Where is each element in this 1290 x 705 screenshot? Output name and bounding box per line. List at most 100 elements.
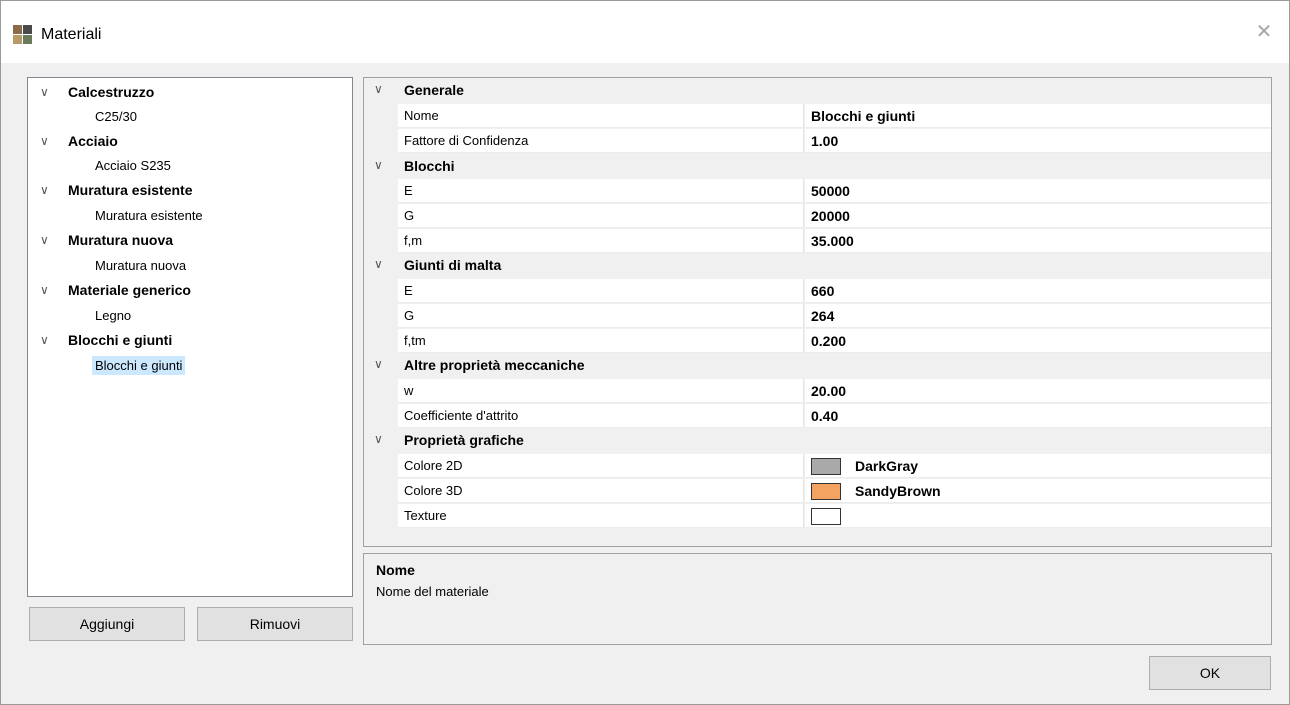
tree-item-label: Muratura esistente (95, 208, 203, 223)
tree-category[interactable]: ∨ Blocchi e giunti (28, 328, 352, 352)
property-name: E (398, 179, 804, 203)
category-label: Altre proprietà meccaniche (404, 357, 585, 373)
category-blocchi[interactable]: ∨ Blocchi (364, 155, 1271, 179)
title-bar: Materiali ✕ (1, 1, 1289, 63)
property-name: f,m (398, 229, 804, 253)
color-swatch-3d[interactable] (811, 483, 841, 500)
chevron-down-icon[interactable]: ∨ (40, 80, 54, 104)
property-value[interactable]: 20.00 (805, 379, 1271, 403)
add-button[interactable]: Aggiungi (29, 607, 185, 641)
property-value[interactable] (805, 504, 1271, 528)
category-label: Blocchi (404, 158, 455, 174)
property-value[interactable]: 0.40 (805, 404, 1271, 428)
property-value[interactable]: 20000 (805, 204, 1271, 228)
chevron-down-icon[interactable]: ∨ (374, 257, 383, 271)
property-name: G (398, 204, 804, 228)
materials-tree[interactable]: ∨ Calcestruzzo C25/30 ∨ Acciaio Acciaio … (27, 77, 353, 597)
chevron-down-icon[interactable]: ∨ (40, 328, 54, 352)
property-name: Fattore di Confidenza (398, 129, 804, 153)
property-grid[interactable]: ∨ Generale Nome Blocchi e giunti Fattore… (363, 77, 1272, 547)
tree-item-selected[interactable]: Blocchi e giunti (92, 353, 186, 377)
property-row[interactable]: f,tm 0.200 (364, 329, 1271, 353)
tree-category-label: Calcestruzzo (68, 84, 155, 100)
tree-item[interactable]: Muratura esistente (92, 203, 206, 227)
tree-category-label: Muratura esistente (68, 182, 193, 198)
help-title: Nome (376, 562, 415, 578)
property-value[interactable]: DarkGray (805, 454, 1271, 478)
chevron-down-icon[interactable]: ∨ (374, 158, 383, 172)
tree-category-label: Acciaio (68, 133, 118, 149)
property-row[interactable]: f,m 35.000 (364, 229, 1271, 253)
property-value[interactable]: Blocchi e giunti (805, 104, 1271, 128)
property-name: Texture (398, 504, 804, 528)
property-row[interactable]: Texture (364, 504, 1271, 528)
tree-item[interactable]: Muratura nuova (92, 253, 189, 277)
chevron-down-icon[interactable]: ∨ (374, 432, 383, 446)
tree-category[interactable]: ∨ Muratura esistente (28, 178, 352, 202)
close-icon[interactable]: ✕ (1253, 21, 1275, 43)
color-swatch-2d[interactable] (811, 458, 841, 475)
property-name: Colore 2D (398, 454, 804, 478)
tree-item-label: Blocchi e giunti (92, 356, 186, 375)
tree-category[interactable]: ∨ Acciaio (28, 129, 352, 153)
property-row[interactable]: G 264 (364, 304, 1271, 328)
tree-item[interactable]: C25/30 (92, 104, 140, 128)
property-row[interactable]: w 20.00 (364, 379, 1271, 403)
property-value[interactable]: 0.200 (805, 329, 1271, 353)
property-name: f,tm (398, 329, 804, 353)
property-name: Nome (398, 104, 804, 128)
property-row[interactable]: Coefficiente d'attrito 0.40 (364, 404, 1271, 428)
help-description: Nome del materiale (376, 584, 489, 599)
tree-category[interactable]: ∨ Muratura nuova (28, 228, 352, 252)
chevron-down-icon[interactable]: ∨ (40, 228, 54, 252)
property-row[interactable]: E 50000 (364, 179, 1271, 203)
category-grafiche[interactable]: ∨ Proprietà grafiche (364, 429, 1271, 453)
color-name: SandyBrown (855, 483, 941, 499)
ok-button[interactable]: OK (1149, 656, 1271, 690)
chevron-down-icon[interactable]: ∨ (40, 178, 54, 202)
property-value[interactable]: 660 (805, 279, 1271, 303)
materials-app-icon (13, 25, 33, 45)
property-name: G (398, 304, 804, 328)
property-value[interactable]: 264 (805, 304, 1271, 328)
property-name: E (398, 279, 804, 303)
property-value[interactable]: 1.00 (805, 129, 1271, 153)
property-name: Coefficiente d'attrito (398, 404, 804, 428)
tree-category-label: Materiale generico (68, 282, 191, 298)
category-label: Generale (404, 82, 464, 98)
property-row[interactable]: Nome Blocchi e giunti (364, 104, 1271, 128)
category-label: Giunti di malta (404, 257, 502, 273)
category-altre[interactable]: ∨ Altre proprietà meccaniche (364, 354, 1271, 378)
tree-category[interactable]: ∨ Materiale generico (28, 278, 352, 302)
texture-swatch[interactable] (811, 508, 841, 525)
tree-item-label: Muratura nuova (95, 258, 187, 273)
property-row[interactable]: Colore 2D DarkGray (364, 454, 1271, 478)
chevron-down-icon[interactable]: ∨ (374, 357, 383, 371)
category-label: Proprietà grafiche (404, 432, 524, 448)
color-name: DarkGray (855, 458, 919, 474)
chevron-down-icon[interactable]: ∨ (374, 82, 383, 96)
property-value[interactable]: 50000 (805, 179, 1271, 203)
property-row[interactable]: Colore 3D SandyBrown (364, 479, 1271, 503)
chevron-down-icon[interactable]: ∨ (40, 278, 54, 302)
tree-item-label: C25/30 (95, 109, 137, 124)
tree-category-label: Muratura nuova (68, 232, 174, 248)
category-giunti[interactable]: ∨ Giunti di malta (364, 254, 1271, 278)
property-value[interactable]: 35.000 (805, 229, 1271, 253)
materiali-dialog: Materiali ✕ ∨ Calcestruzzo C25/30 ∨ Acci… (0, 0, 1290, 705)
property-row[interactable]: E 660 (364, 279, 1271, 303)
remove-button[interactable]: Rimuovi (197, 607, 353, 641)
tree-category-label: Blocchi e giunti (68, 332, 173, 348)
property-row[interactable]: Fattore di Confidenza 1.00 (364, 129, 1271, 153)
property-value[interactable]: SandyBrown (805, 479, 1271, 503)
chevron-down-icon[interactable]: ∨ (40, 129, 54, 153)
tree-item[interactable]: Legno (92, 303, 134, 327)
property-name: w (398, 379, 804, 403)
help-panel: Nome Nome del materiale (363, 553, 1272, 645)
category-generale[interactable]: ∨ Generale (364, 79, 1271, 103)
property-name: Colore 3D (398, 479, 804, 503)
tree-category[interactable]: ∨ Calcestruzzo (28, 80, 352, 104)
tree-item-label: Acciaio S235 (95, 158, 171, 173)
property-row[interactable]: G 20000 (364, 204, 1271, 228)
tree-item[interactable]: Acciaio S235 (92, 153, 174, 177)
